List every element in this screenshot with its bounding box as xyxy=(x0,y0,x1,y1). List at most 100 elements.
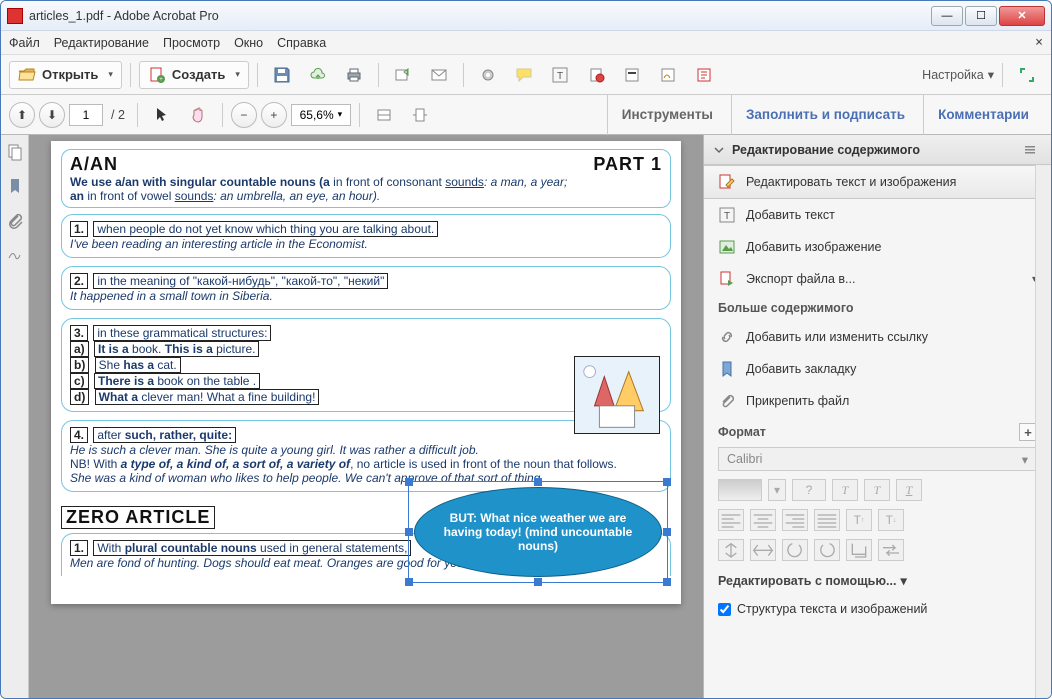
zoom-select[interactable]: 65,6% ▾ xyxy=(291,104,351,126)
edit-with-menu[interactable]: Редактировать с помощью... ▾ xyxy=(704,565,1051,596)
save-button[interactable] xyxy=(266,61,298,89)
separator xyxy=(359,103,360,127)
bookmark-icon[interactable] xyxy=(6,177,24,195)
more-content-label: Больше содержимого xyxy=(704,295,1051,321)
font-select[interactable]: Calibri ▾ xyxy=(718,447,1037,471)
menubar-close-icon[interactable]: × xyxy=(1035,35,1043,50)
cloud-button[interactable] xyxy=(302,61,334,89)
comment-icon xyxy=(515,66,533,84)
sign-button[interactable] xyxy=(652,61,684,89)
separator xyxy=(463,63,464,87)
color-dropdown[interactable]: ▾ xyxy=(768,479,786,501)
text-tool-button[interactable]: T xyxy=(544,61,576,89)
align-justify-button[interactable] xyxy=(814,509,840,531)
separator xyxy=(378,63,379,87)
panel-header[interactable]: Редактирование содержимого xyxy=(704,135,1051,165)
close-button[interactable] xyxy=(999,6,1045,26)
align-right-button[interactable] xyxy=(782,509,808,531)
rotate-ccw-button[interactable] xyxy=(782,539,808,561)
chevron-down-icon: ▾ xyxy=(108,69,113,80)
svg-text:+: + xyxy=(159,77,163,83)
attachment-icon[interactable] xyxy=(6,211,24,229)
page-number-input[interactable] xyxy=(69,104,103,126)
link-icon xyxy=(718,328,736,346)
page-down-button[interactable]: ⬇ xyxy=(39,102,65,128)
menu-window[interactable]: Окно xyxy=(234,36,263,50)
flip-v-button[interactable] xyxy=(718,539,744,561)
crop-button[interactable] xyxy=(846,539,872,561)
zoom-in-button[interactable]: + xyxy=(261,102,287,128)
underline-button[interactable]: T xyxy=(896,479,922,501)
italic-button[interactable]: T xyxy=(864,479,890,501)
fit-width-icon xyxy=(375,106,393,124)
menu-help[interactable]: Справка xyxy=(277,36,326,50)
tab-tools[interactable]: Инструменты xyxy=(607,95,727,135)
structure-checkbox[interactable] xyxy=(718,603,731,616)
select-tool-button[interactable] xyxy=(146,101,178,129)
print-button[interactable] xyxy=(338,61,370,89)
fit-width-button[interactable] xyxy=(368,101,400,129)
export-icon xyxy=(718,270,736,288)
minimize-button[interactable] xyxy=(931,6,963,26)
thumbnails-icon[interactable] xyxy=(6,143,24,161)
color-swatch[interactable] xyxy=(718,479,762,501)
tool-gear-button[interactable] xyxy=(472,61,504,89)
font-size-input[interactable]: ? xyxy=(792,479,826,501)
doc-heading-left: A/AN xyxy=(70,154,118,175)
align-center-button[interactable] xyxy=(750,509,776,531)
mail-button[interactable] xyxy=(423,61,455,89)
fit-page-button[interactable] xyxy=(404,101,436,129)
transform-row xyxy=(704,535,1051,565)
share-button[interactable] xyxy=(387,61,419,89)
edit-text-images-tool[interactable]: Редактировать текст и изображения xyxy=(704,165,1051,199)
signatures-icon[interactable] xyxy=(6,245,24,263)
stamp-icon xyxy=(587,66,605,84)
panel-scrollbar[interactable] xyxy=(1035,165,1051,698)
edit-text-icon xyxy=(718,173,736,191)
bold-button[interactable]: T xyxy=(832,479,858,501)
subscript-button[interactable]: T↓ xyxy=(878,509,904,531)
structure-checkbox-row[interactable]: Структура текста и изображений xyxy=(704,596,1051,622)
superscript-button[interactable]: T↑ xyxy=(846,509,872,531)
fullscreen-icon xyxy=(1018,66,1036,84)
app-window: articles_1.pdf - Adobe Acrobat Pro Файл … xyxy=(0,0,1052,699)
customize-button[interactable]: Настройка ▾ xyxy=(922,67,994,82)
replace-button[interactable] xyxy=(878,539,904,561)
selected-ellipse-object[interactable]: BUT: What nice weather we are having tod… xyxy=(414,487,662,577)
hand-tool-button[interactable] xyxy=(182,101,214,129)
tab-comments[interactable]: Комментарии xyxy=(923,95,1043,135)
comment-button[interactable] xyxy=(508,61,540,89)
bookmark-icon xyxy=(718,360,736,378)
bookmark-tool[interactable]: Добавить закладку xyxy=(704,353,1051,385)
svg-text:T: T xyxy=(724,211,730,222)
stamp-button[interactable] xyxy=(580,61,612,89)
menu-edit[interactable]: Редактирование xyxy=(54,36,149,50)
edit-content-button[interactable] xyxy=(688,61,720,89)
create-button[interactable]: + Создать ▾ xyxy=(139,61,249,89)
add-image-tool[interactable]: Добавить изображение xyxy=(704,231,1051,263)
attach-tool[interactable]: Прикрепить файл xyxy=(704,385,1051,417)
open-button[interactable]: Открыть ▾ xyxy=(9,61,122,89)
panel-menu-icon[interactable] xyxy=(1023,143,1037,157)
redact-button[interactable] xyxy=(616,61,648,89)
add-text-tool[interactable]: T Добавить текст xyxy=(704,199,1051,231)
flip-h-button[interactable] xyxy=(750,539,776,561)
rotate-cw-button[interactable] xyxy=(814,539,840,561)
chevron-down-icon: ▾ xyxy=(235,69,240,80)
fullscreen-button[interactable] xyxy=(1011,61,1043,89)
menu-file[interactable]: Файл xyxy=(9,36,40,50)
maximize-button[interactable] xyxy=(965,6,997,26)
signature-icon xyxy=(659,66,677,84)
document-viewport[interactable]: A/AN PART 1 We use a/an with singular co… xyxy=(29,135,703,698)
tab-fill-sign[interactable]: Заполнить и подписать xyxy=(731,95,919,135)
link-tool[interactable]: Добавить или изменить ссылку xyxy=(704,321,1051,353)
zoom-out-button[interactable]: − xyxy=(231,102,257,128)
align-left-button[interactable] xyxy=(718,509,744,531)
cloud-up-icon xyxy=(309,66,327,84)
format-label: Формат + xyxy=(704,417,1051,443)
page-up-button[interactable]: ⬆ xyxy=(9,102,35,128)
menu-view[interactable]: Просмотр xyxy=(163,36,220,50)
export-tool[interactable]: Экспорт файла в... ▾ xyxy=(704,263,1051,295)
color-weight-row: ▾ ? T T T xyxy=(704,475,1051,505)
separator xyxy=(1002,63,1003,87)
